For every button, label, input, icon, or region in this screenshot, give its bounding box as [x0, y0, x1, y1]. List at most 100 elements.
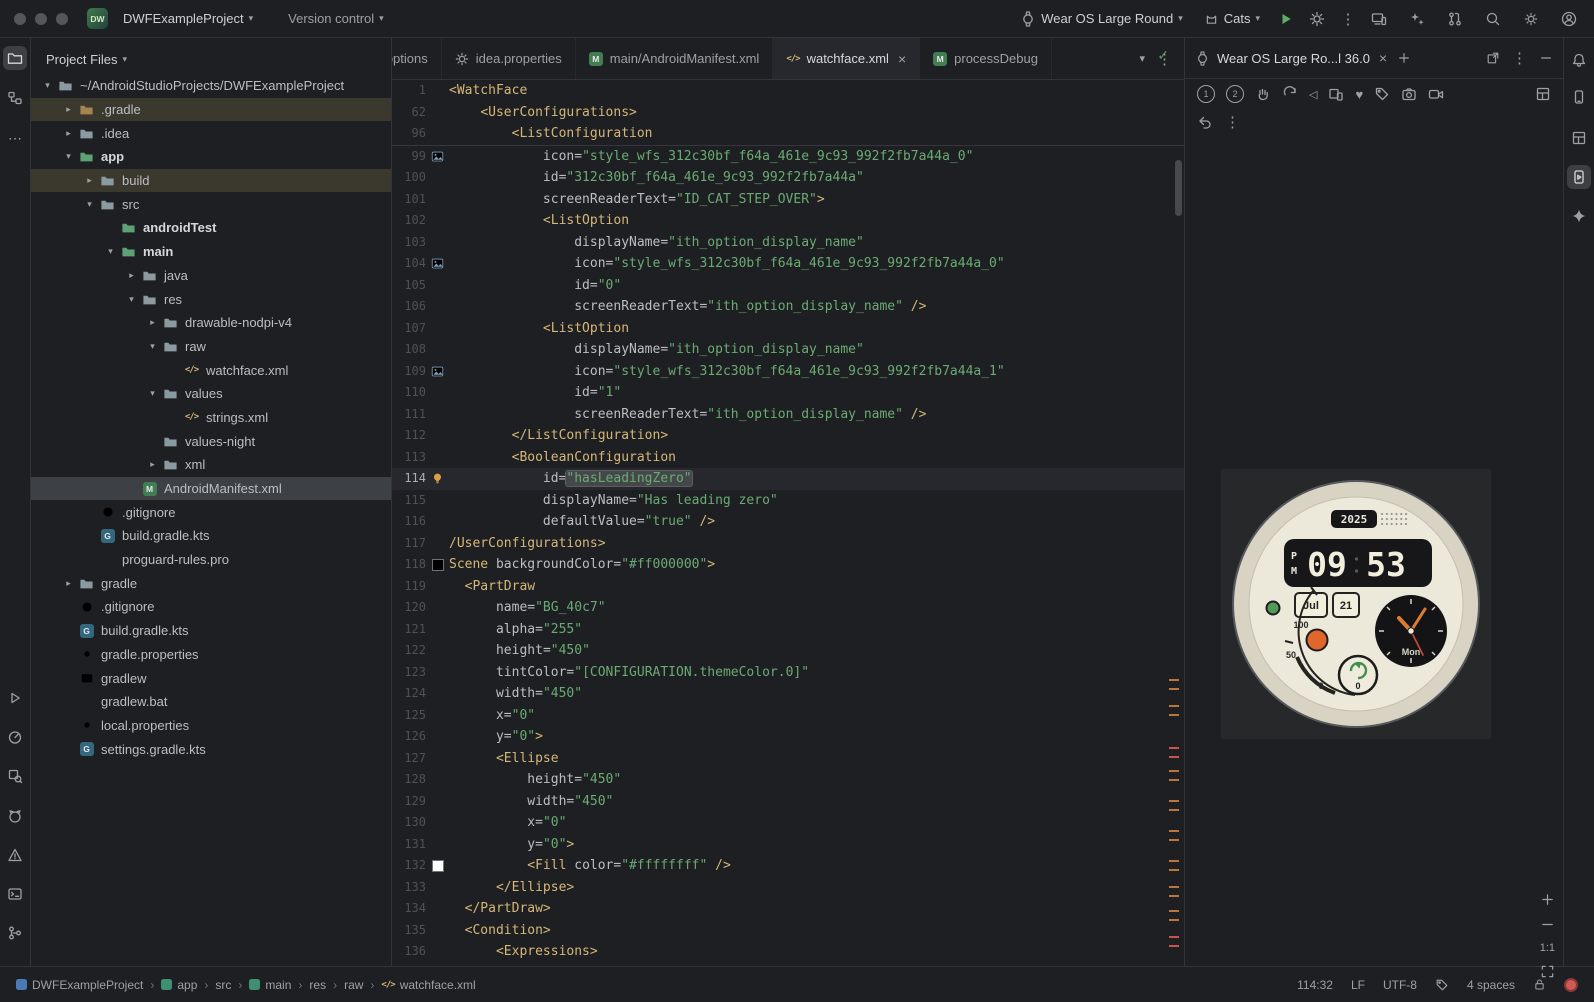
- running-devices-icon[interactable]: [1567, 165, 1591, 189]
- more-tools-icon[interactable]: ⋯: [3, 126, 27, 150]
- encoding[interactable]: UTF-8: [1383, 978, 1417, 992]
- device-mirror-icon[interactable]: [1368, 8, 1390, 30]
- pair-device-icon[interactable]: [1328, 86, 1344, 102]
- close-device-tab-icon[interactable]: ×: [1379, 50, 1387, 66]
- breadcrumb-item[interactable]: res: [309, 978, 326, 992]
- code-line[interactable]: 120 name="BG_40c7": [392, 597, 1184, 619]
- error-stripe-mark[interactable]: [1169, 800, 1179, 811]
- watch-face-preview[interactable]: 2025 P M 09 53 Jul 21 Mon 100 50 0 0: [1231, 479, 1481, 729]
- code-line[interactable]: 132 <Fill color="#ffffffff" />: [392, 855, 1184, 877]
- screenshot-icon[interactable]: [1401, 86, 1417, 102]
- image-preview-icon[interactable]: [426, 146, 449, 168]
- code-line[interactable]: 128 height="450": [392, 769, 1184, 791]
- tree-item[interactable]: ▸ .idea: [31, 121, 391, 145]
- zoom-in-button[interactable]: [1540, 892, 1555, 907]
- code-line[interactable]: 109 icon="style_wfs_312c30bf_f64a_461e_9…: [392, 361, 1184, 383]
- tree-item[interactable]: .gitignore: [31, 595, 391, 619]
- tree-item[interactable]: local.properties: [31, 714, 391, 738]
- breadcrumb-item[interactable]: DWFExampleProject: [16, 978, 143, 992]
- zoom-ratio-label[interactable]: 1:1: [1540, 942, 1555, 954]
- profile-avatar[interactable]: [1558, 8, 1580, 30]
- traffic-light-zoom[interactable]: [56, 12, 68, 25]
- code-line[interactable]: 96 <ListConfiguration: [392, 123, 1184, 145]
- code-line[interactable]: 117/UserConfigurations>: [392, 533, 1184, 555]
- code-line[interactable]: 119 <PartDraw: [392, 576, 1184, 598]
- logcat-icon[interactable]: [3, 804, 27, 828]
- palm-icon[interactable]: [1255, 86, 1271, 102]
- error-stripe-mark[interactable]: [1169, 830, 1179, 841]
- tilt-icon[interactable]: [1282, 86, 1298, 102]
- code-line[interactable]: 131 y="0">: [392, 834, 1184, 856]
- tree-item[interactable]: Gsettings.gradle.kts: [31, 737, 391, 761]
- ai-assistant-icon[interactable]: [1406, 8, 1428, 30]
- tree-item[interactable]: M AndroidManifest.xml: [31, 476, 391, 501]
- code-line[interactable]: 116 defaultValue="true" />: [392, 511, 1184, 533]
- tree-item[interactable]: Gbuild.gradle.kts: [31, 524, 391, 548]
- editor-tab[interactable]: </> watchface.xml ×: [773, 38, 921, 79]
- hide-panel-icon[interactable]: [1539, 51, 1553, 65]
- caret-position[interactable]: 114:32: [1297, 978, 1333, 992]
- code-line[interactable]: 110 id="1": [392, 382, 1184, 404]
- breadcrumb-item[interactable]: raw: [344, 978, 363, 992]
- run-icon[interactable]: [3, 686, 27, 710]
- project-selector[interactable]: DWFExampleProject ▾: [117, 7, 259, 30]
- code-line[interactable]: 133 </Ellipse>: [392, 877, 1184, 899]
- tree-item[interactable]: ▸ java: [31, 264, 391, 288]
- indent-setting[interactable]: 4 spaces: [1467, 978, 1515, 992]
- tree-item[interactable]: ▸ gradle: [31, 571, 391, 595]
- tree-item[interactable]: ▾ values: [31, 382, 391, 406]
- line-ending[interactable]: LF: [1351, 978, 1365, 992]
- error-stripe-mark[interactable]: [1169, 910, 1179, 921]
- layout-icon[interactable]: [1535, 86, 1551, 102]
- code-line[interactable]: 104 icon="style_wfs_312c30bf_f64a_461e_9…: [392, 253, 1184, 275]
- run-configuration-selector[interactable]: Cats ▾: [1198, 7, 1266, 30]
- editor-tab[interactable]: Mmain/AndroidManifest.xml: [576, 38, 774, 79]
- image-preview-icon[interactable]: [426, 253, 449, 275]
- tree-item[interactable]: proguard-rules.pro: [31, 548, 391, 572]
- close-tab-icon[interactable]: ×: [898, 51, 906, 67]
- device-tab[interactable]: Wear OS Large Ro...l 36.0 ×: [1195, 50, 1387, 66]
- code-line[interactable]: 106 screenReaderText="ith_option_display…: [392, 296, 1184, 318]
- error-stripe-mark[interactable]: [1169, 770, 1179, 781]
- tree-item[interactable]: ▾ app: [31, 145, 391, 169]
- code-line[interactable]: 102 <ListOption: [392, 210, 1184, 232]
- error-stripe-mark[interactable]: [1169, 679, 1179, 690]
- inlay-tag-icon[interactable]: [1435, 978, 1449, 992]
- breadcrumb-item[interactable]: </> watchface.xml: [381, 978, 475, 992]
- run-button[interactable]: [1275, 8, 1297, 30]
- code-line[interactable]: 123 tintColor="[CONFIGURATION.themeColor…: [392, 662, 1184, 684]
- color-swatch-icon[interactable]: [426, 855, 449, 877]
- device-selector[interactable]: Wear OS Large Round ▾: [1014, 7, 1189, 31]
- code-line[interactable]: 127 <Ellipse: [392, 748, 1184, 770]
- breadcrumb-item[interactable]: main: [249, 978, 291, 992]
- profile-run-icon[interactable]: [1306, 8, 1328, 30]
- tree-item[interactable]: androidTest: [31, 216, 391, 240]
- code-line[interactable]: 105 id="0": [392, 275, 1184, 297]
- more-actions-icon[interactable]: ⋮: [1337, 8, 1359, 30]
- version-control-icon[interactable]: [3, 921, 27, 945]
- button-1-icon[interactable]: 1: [1197, 85, 1215, 103]
- record-video-icon[interactable]: [1428, 86, 1444, 102]
- tree-item[interactable]: ▾ src: [31, 192, 391, 216]
- code-line[interactable]: 125 x="0": [392, 705, 1184, 727]
- error-stripe-mark[interactable]: [1169, 936, 1179, 947]
- tree-item[interactable]: ▸ build: [31, 168, 391, 193]
- zoom-out-button[interactable]: [1540, 917, 1555, 932]
- code-line[interactable]: 1 <WatchFace: [392, 80, 1184, 102]
- code-line[interactable]: 126 y="0">: [392, 726, 1184, 748]
- breadcrumb-item[interactable]: src: [215, 978, 231, 992]
- tree-item[interactable]: ▾ ~/AndroidStudioProjects/DWFExampleProje…: [31, 74, 391, 98]
- app-inspection-icon[interactable]: [3, 764, 27, 788]
- device-manager-icon[interactable]: [1567, 85, 1591, 109]
- fit-to-screen-icon[interactable]: [1540, 964, 1555, 979]
- image-preview-icon[interactable]: [426, 361, 449, 383]
- code-line[interactable]: 111 screenReaderText="ith_option_display…: [392, 404, 1184, 426]
- code-line[interactable]: 121 alpha="255": [392, 619, 1184, 641]
- editor-scrollbar[interactable]: [1175, 160, 1182, 216]
- code-line[interactable]: 114 id="hasLeadingZero": [392, 468, 1184, 490]
- error-stripe-mark[interactable]: [1169, 860, 1179, 871]
- error-stripe-mark[interactable]: [1169, 886, 1179, 897]
- version-control-menu[interactable]: Version control ▾: [282, 7, 390, 30]
- tree-item[interactable]: gradlew: [31, 666, 391, 690]
- add-device-tab-icon[interactable]: [1397, 51, 1411, 65]
